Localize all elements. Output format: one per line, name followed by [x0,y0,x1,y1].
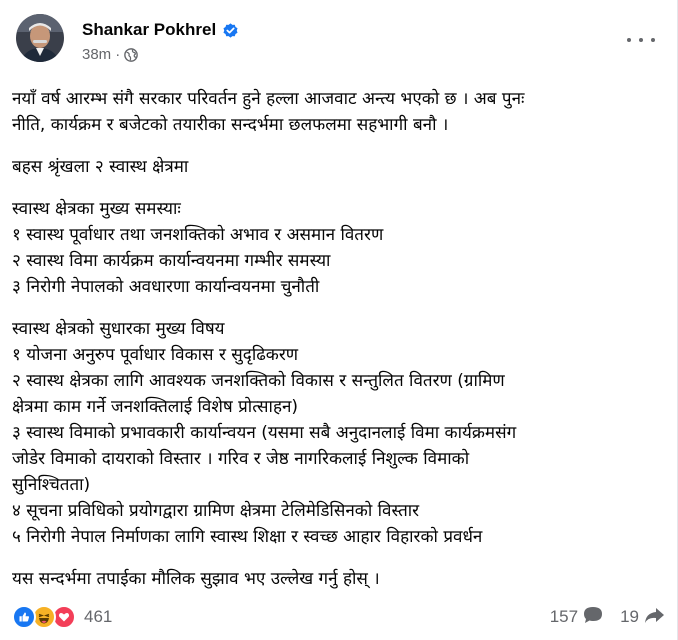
post-line: ५ निरोगी नेपाल निर्माणका लागि स्वास्थ शि… [12,527,483,547]
globe-icon[interactable] [124,47,139,62]
comments-stat[interactable]: 157 [550,605,604,630]
post-line: बहस श्रृंखला २ स्वास्थ क्षेत्रमा [12,157,189,177]
more-dot [639,38,643,42]
author-name-row: Shankar Pokhrel [82,18,239,42]
post-footer: 461 157 19 [12,602,665,632]
author-avatar[interactable] [16,14,64,62]
post-line: जोडेर विमाको दायराको विस्तार । गरिव र जे… [12,449,470,469]
meta-separator: · [115,46,121,63]
post-text: नयाँ वर्ष आरम्भ संगै सरकार परिवर्तन हुने… [12,86,668,608]
post-line: १ स्वास्थ पूर्वाधार तथा जनशक्तिको अभाव र… [12,225,384,245]
more-dot [651,38,655,42]
post-line: क्षेत्रमा काम गर्ने जनशक्तिलाई विशेष प्र… [12,397,299,417]
shares-stat[interactable]: 19 [620,605,665,630]
post-line: नीति, कार्यक्रम र बजेटको तयारीका सन्दर्भ… [12,115,449,135]
reactions-summary[interactable]: 461 [12,605,112,629]
post-line: ३ निरोगी नेपालको अवधारणा कार्यान्वयनमा च… [12,277,320,297]
more-dot [627,38,631,42]
post-line: नयाँ वर्ष आरम्भ संगै सरकार परिवर्तन हुने… [12,89,525,109]
post-paragraph-series: बहस श्रृंखला २ स्वास्थ क्षेत्रमा [12,154,668,180]
like-reaction-icon [12,605,36,629]
reaction-count: 461 [84,607,113,626]
post-header: Shankar Pokhrel 38m · [16,14,239,74]
engagement-stats: 157 19 [550,605,665,630]
more-options-icon[interactable] [627,30,655,50]
post-paragraph-reforms: स्वास्थ क्षेत्रको सुधारका मुख्य विषय १ य… [12,316,668,550]
post-paragraph-problems: स्वास्थ क्षेत्रका मुख्य समस्याः १ स्वास्… [12,196,668,300]
post-line: ३ स्वास्थ विमाको प्रभावकारी कार्यान्वयन … [12,423,517,443]
post-line: सुनिश्चितता) [12,475,91,495]
author-block: Shankar Pokhrel 38m · [82,18,239,63]
author-name[interactable]: Shankar Pokhrel [82,20,216,40]
post-timestamp[interactable]: 38m [82,46,111,63]
post-meta-row: 38m · [82,46,239,63]
post-line: यस सन्दर्भमा तपाईका मौलिक सुझाव भए उल्ले… [12,569,380,589]
post-line: २ स्वास्थ विमा कार्यक्रम कार्यान्वयनमा ग… [12,251,331,271]
comment-count: 157 [549,607,579,626]
post-paragraph-closing: यस सन्दर्भमा तपाईका मौलिक सुझाव भए उल्ले… [12,566,668,592]
verified-badge-icon [222,22,239,39]
facebook-post-card: Shankar Pokhrel 38m · नयाँ वर्ष आरम्भ सं… [0,0,678,640]
post-line: स्वास्थ क्षेत्रका मुख्य समस्याः [12,199,181,219]
post-line: स्वास्थ क्षेत्रको सुधारका मुख्य विषय [12,319,225,339]
share-icon [639,605,665,630]
share-count: 19 [620,607,639,626]
post-line: २ स्वास्थ क्षेत्रका लागि आवश्यक जनशक्तिक… [12,371,505,391]
post-paragraph-intro: नयाँ वर्ष आरम्भ संगै सरकार परिवर्तन हुने… [12,86,668,138]
post-line: ४ सूचना प्रविधिको प्रयोगद्वारा ग्रामिण क… [12,501,420,521]
post-line: १ योजना अनुरुप पूर्वाधार विकास र सुदृढिक… [12,345,299,365]
comment-icon [578,605,604,630]
